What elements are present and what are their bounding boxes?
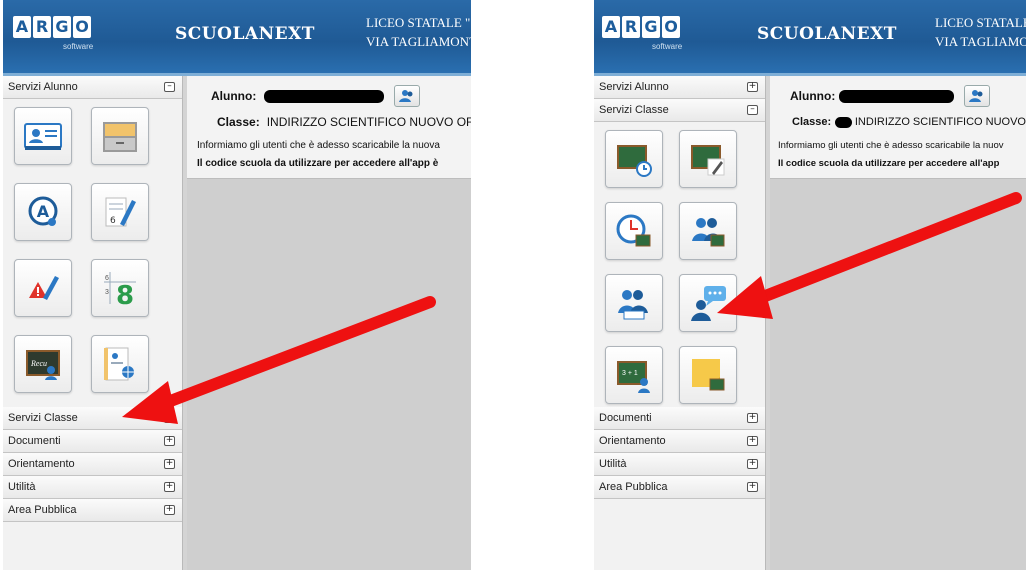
arrow-to-teacher-chat <box>717 192 1022 319</box>
arrow-to-servizi-classe <box>122 296 436 424</box>
annotation-arrows <box>122 192 1022 424</box>
